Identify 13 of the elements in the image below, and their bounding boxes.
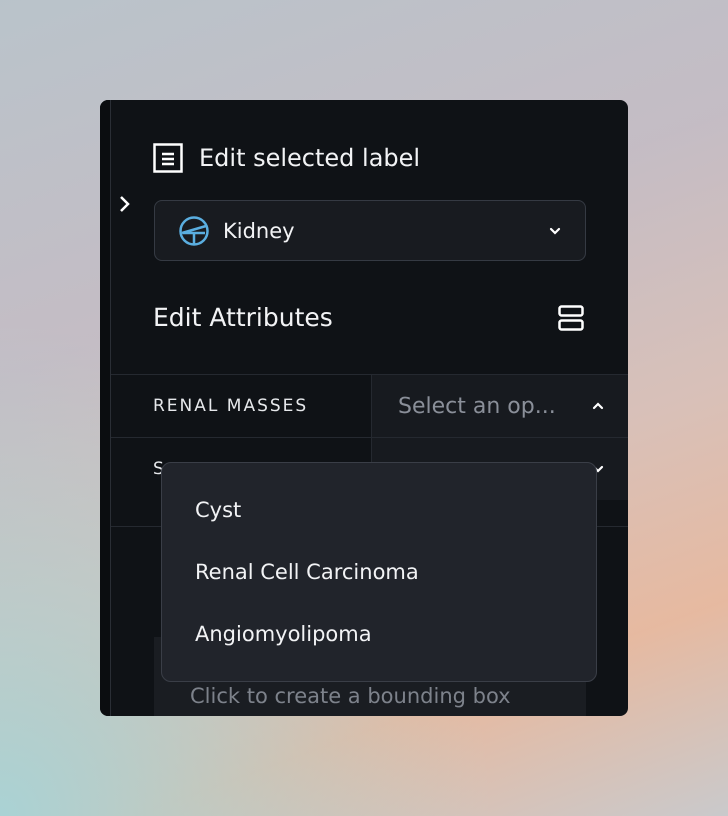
- panel-title: Edit selected label: [199, 144, 420, 172]
- attribute-select[interactable]: Select an op...: [371, 375, 628, 438]
- dropdown-option[interactable]: Angiomyolipoma: [162, 603, 596, 665]
- dropdown-option[interactable]: Cyst: [162, 479, 596, 541]
- attribute-label: RENAL MASSES: [152, 395, 310, 418]
- layout-rows-icon[interactable]: [558, 304, 584, 331]
- bounding-box-hint: Click to create a bounding box: [190, 684, 511, 710]
- globe-icon: [179, 216, 209, 246]
- chevron-right-icon[interactable]: [118, 194, 132, 214]
- label-select[interactable]: Kidney: [154, 200, 586, 262]
- section-title: Edit Attributes: [153, 303, 333, 332]
- dropdown-option[interactable]: Renal Cell Carcinoma: [162, 541, 596, 603]
- document-icon: [153, 142, 183, 173]
